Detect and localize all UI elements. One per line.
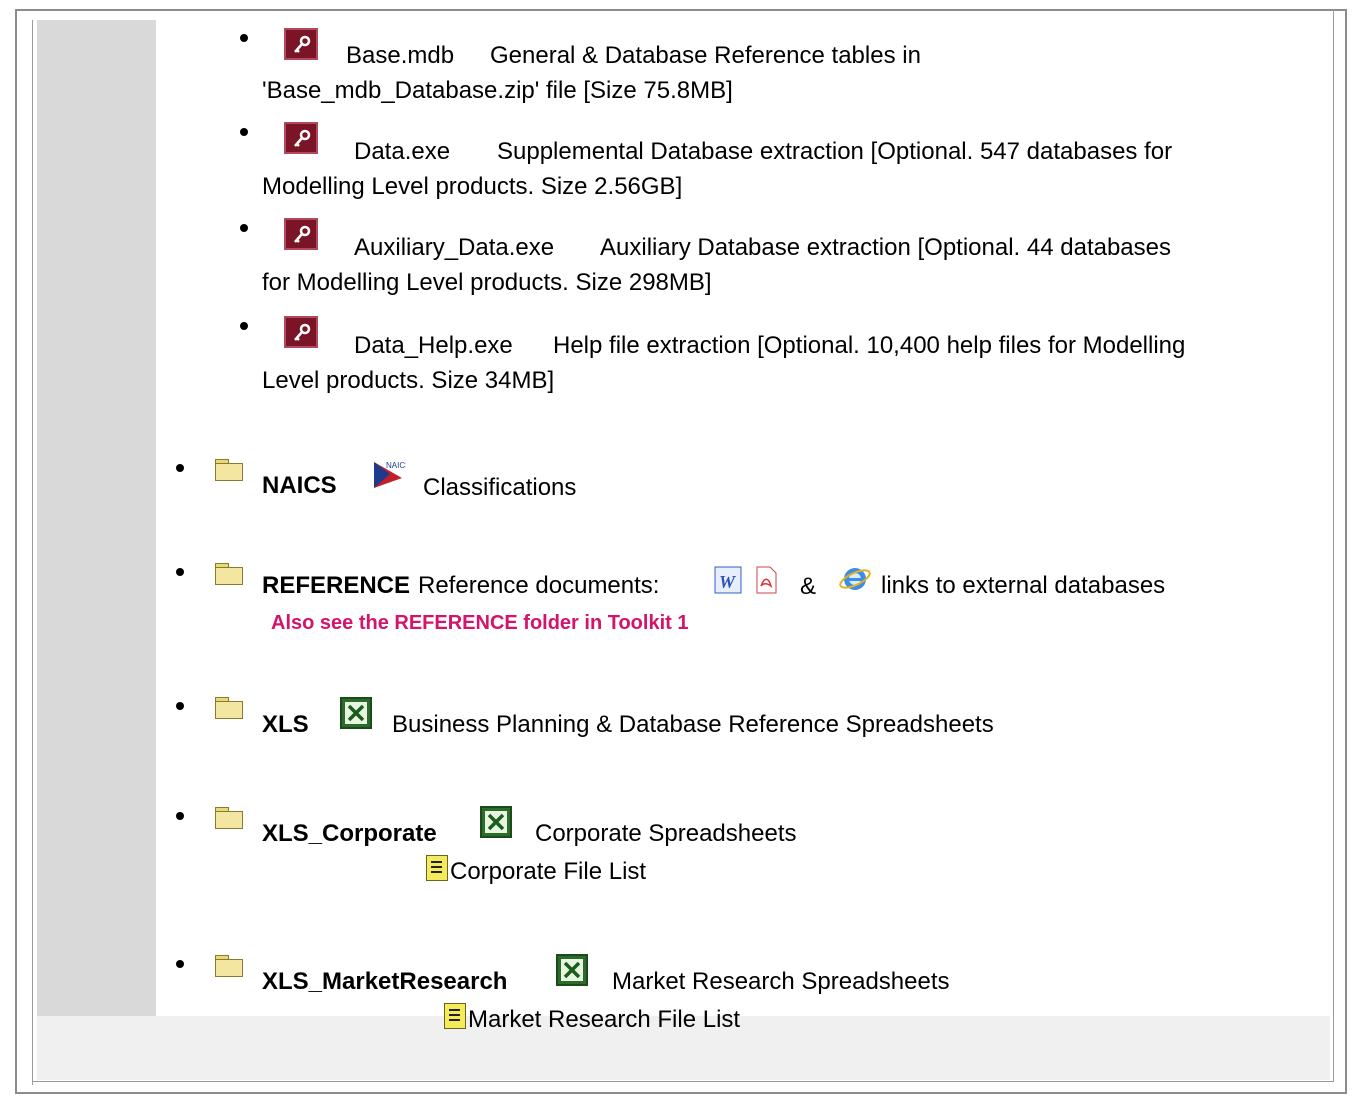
folder-desc: Reference documents: xyxy=(418,572,660,599)
file-list-icon[interactable] xyxy=(444,1003,466,1029)
bullet xyxy=(240,128,248,136)
internet-explorer-icon[interactable] xyxy=(838,564,872,594)
access-database-icon[interactable] xyxy=(284,28,318,60)
excel-icon[interactable] xyxy=(556,954,588,986)
bullet xyxy=(176,568,184,576)
reference-note: Also see the REFERENCE folder in Toolkit… xyxy=(271,612,689,634)
folder-name[interactable]: XLS xyxy=(262,711,309,739)
word-doc-icon[interactable]: W xyxy=(714,566,742,594)
ampersand: & xyxy=(800,573,817,600)
bullet xyxy=(176,812,184,820)
excel-icon[interactable] xyxy=(340,697,372,729)
file-list-link[interactable]: Corporate File List xyxy=(450,858,646,886)
bullet xyxy=(240,322,248,330)
frame-line-right xyxy=(1333,9,1334,1082)
folder-icon[interactable] xyxy=(215,459,243,481)
folder-name[interactable]: XLS_MarketResearch xyxy=(262,968,507,996)
pdf-icon[interactable] xyxy=(754,566,778,594)
left-column xyxy=(37,20,156,1080)
folder-name[interactable]: NAICS xyxy=(262,472,337,500)
file-list-icon[interactable] xyxy=(426,855,448,881)
folder-icon[interactable] xyxy=(215,955,243,977)
database-name[interactable]: Data.exe xyxy=(354,138,450,166)
bullet xyxy=(176,464,184,472)
content-area xyxy=(207,20,1332,1016)
folder-icon[interactable] xyxy=(215,563,243,585)
bullet xyxy=(240,34,248,42)
svg-text:NAICS: NAICS xyxy=(386,461,406,470)
database-desc-cont: 'Base_mdb_Database.zip' file [Size 75.8M… xyxy=(262,77,733,104)
access-database-icon[interactable] xyxy=(284,122,318,154)
excel-icon[interactable] xyxy=(480,806,512,838)
file-list-link[interactable]: Market Research File List xyxy=(468,1006,740,1034)
access-database-icon[interactable] xyxy=(284,316,318,348)
access-database-icon[interactable] xyxy=(284,218,318,250)
database-desc-cont: for Modelling Level products. Size 298MB… xyxy=(262,269,712,296)
folder-name[interactable]: XLS_Corporate xyxy=(262,820,437,848)
folder-desc: Business Planning & Database Reference S… xyxy=(392,711,994,738)
folder-desc-post: links to external databases xyxy=(881,572,1166,599)
folder-desc: Classifications xyxy=(423,474,577,501)
folder-icon[interactable] xyxy=(215,807,243,829)
folder-desc: Corporate Spreadsheets xyxy=(535,820,797,847)
svg-text:W: W xyxy=(719,572,737,592)
database-desc: General & Database Reference tables in xyxy=(490,42,921,69)
database-name[interactable]: Base.mdb xyxy=(346,42,454,70)
database-desc-cont: Level products. Size 34MB] xyxy=(262,367,555,394)
folder-icon[interactable] xyxy=(215,697,243,719)
folder-desc: Market Research Spreadsheets xyxy=(612,968,950,995)
database-name[interactable]: Auxiliary_Data.exe xyxy=(354,234,554,262)
frame-line-bottom xyxy=(32,1081,1334,1082)
database-desc: Auxiliary Database extraction [Optional.… xyxy=(600,234,1171,261)
naics-logo-icon: NAICS xyxy=(374,461,406,488)
frame-line-left xyxy=(32,20,33,1085)
folder-name[interactable]: REFERENCE xyxy=(262,572,410,600)
database-desc: Supplemental Database extraction [Option… xyxy=(497,138,1173,165)
database-desc: Help file extraction [Optional. 10,400 h… xyxy=(553,332,1186,359)
database-name[interactable]: Data_Help.exe xyxy=(354,332,513,360)
bullet xyxy=(176,702,184,710)
bullet xyxy=(176,960,184,968)
database-desc-cont: Modelling Level products. Size 2.56GB] xyxy=(262,173,683,200)
bullet xyxy=(240,224,248,232)
